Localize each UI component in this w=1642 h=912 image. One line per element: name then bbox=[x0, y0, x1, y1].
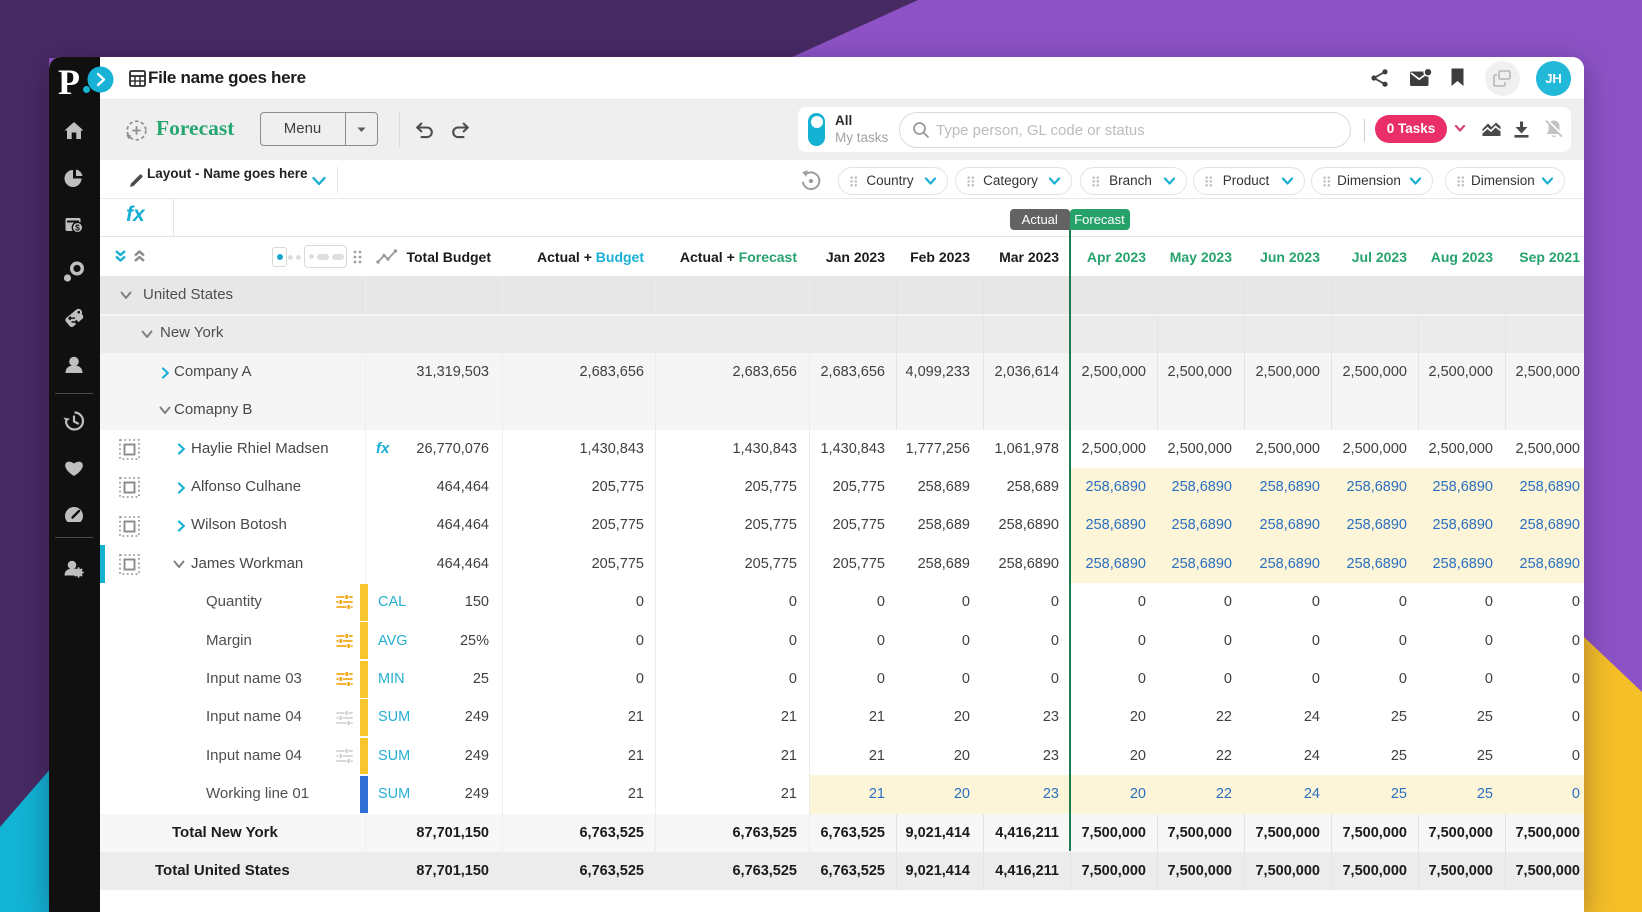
svg-text:$: $ bbox=[75, 223, 80, 233]
